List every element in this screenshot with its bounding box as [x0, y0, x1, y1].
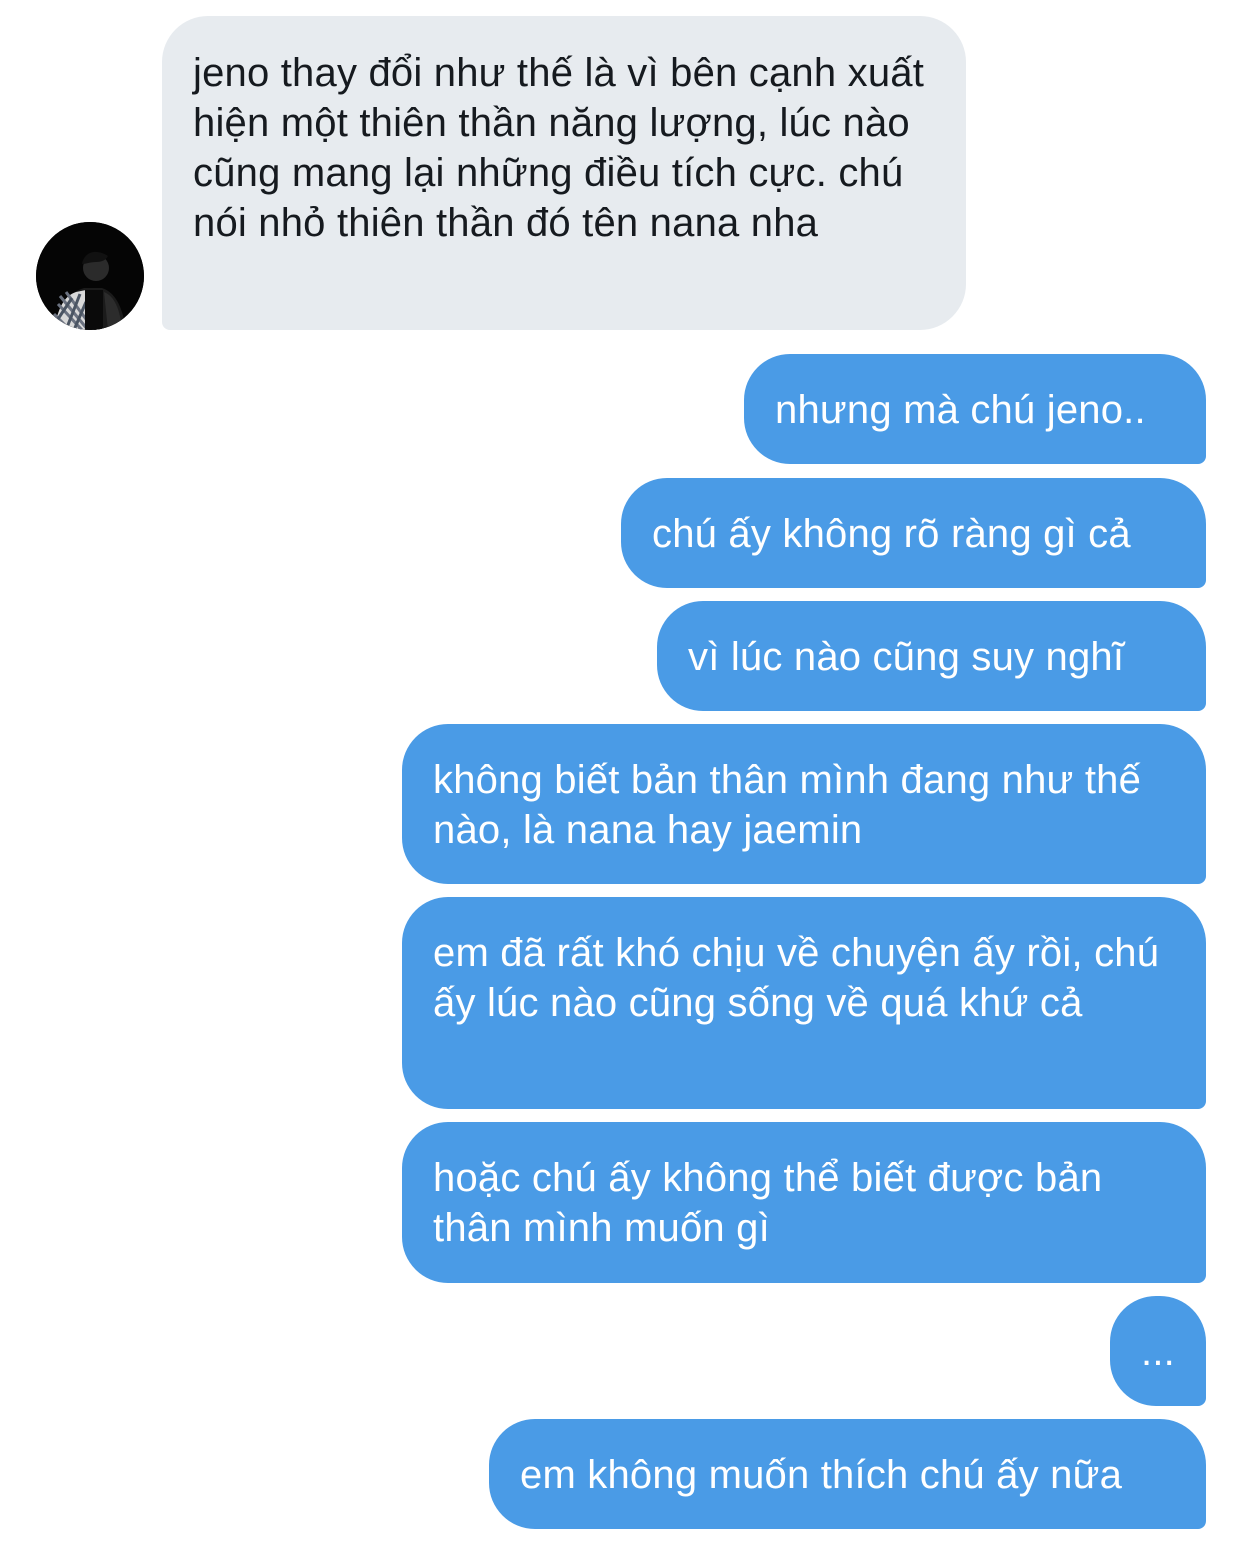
- message-text: ...: [1141, 1330, 1175, 1374]
- outgoing-message-bubble[interactable]: vì lúc nào cũng suy nghĩ: [657, 601, 1206, 711]
- message-text: hoặc chú ấy không thể biết được bản thân…: [433, 1156, 1103, 1250]
- message-text: em đã rất khó chịu về chuyện ấy rồi, chú…: [433, 931, 1160, 1025]
- message-text: nhưng mà chú jeno..: [775, 388, 1146, 432]
- outgoing-message-bubble[interactable]: hoặc chú ấy không thể biết được bản thân…: [402, 1122, 1206, 1283]
- outgoing-message-bubble[interactable]: không biết bản thân mình đang như thế nà…: [402, 724, 1206, 884]
- message-text: chú ấy không rõ ràng gì cả: [652, 512, 1131, 556]
- avatar[interactable]: [36, 222, 144, 330]
- message-text: em không muốn thích chú ấy nữa: [520, 1453, 1123, 1497]
- profile-photo-icon: [36, 222, 144, 330]
- incoming-message-bubble[interactable]: jeno thay đổi như thế là vì bên cạnh xuấ…: [162, 16, 966, 330]
- message-text: jeno thay đổi như thế là vì bên cạnh xuấ…: [193, 51, 925, 245]
- message-text: vì lúc nào cũng suy nghĩ: [688, 635, 1125, 679]
- outgoing-message-bubble[interactable]: ...: [1110, 1296, 1206, 1406]
- outgoing-message-bubble[interactable]: em không muốn thích chú ấy nữa: [489, 1419, 1206, 1529]
- outgoing-message-bubble[interactable]: chú ấy không rõ ràng gì cả: [621, 478, 1206, 588]
- outgoing-message-bubble[interactable]: nhưng mà chú jeno..: [744, 354, 1206, 464]
- message-text: không biết bản thân mình đang như thế nà…: [433, 758, 1142, 852]
- outgoing-message-bubble[interactable]: em đã rất khó chịu về chuyện ấy rồi, chú…: [402, 897, 1206, 1109]
